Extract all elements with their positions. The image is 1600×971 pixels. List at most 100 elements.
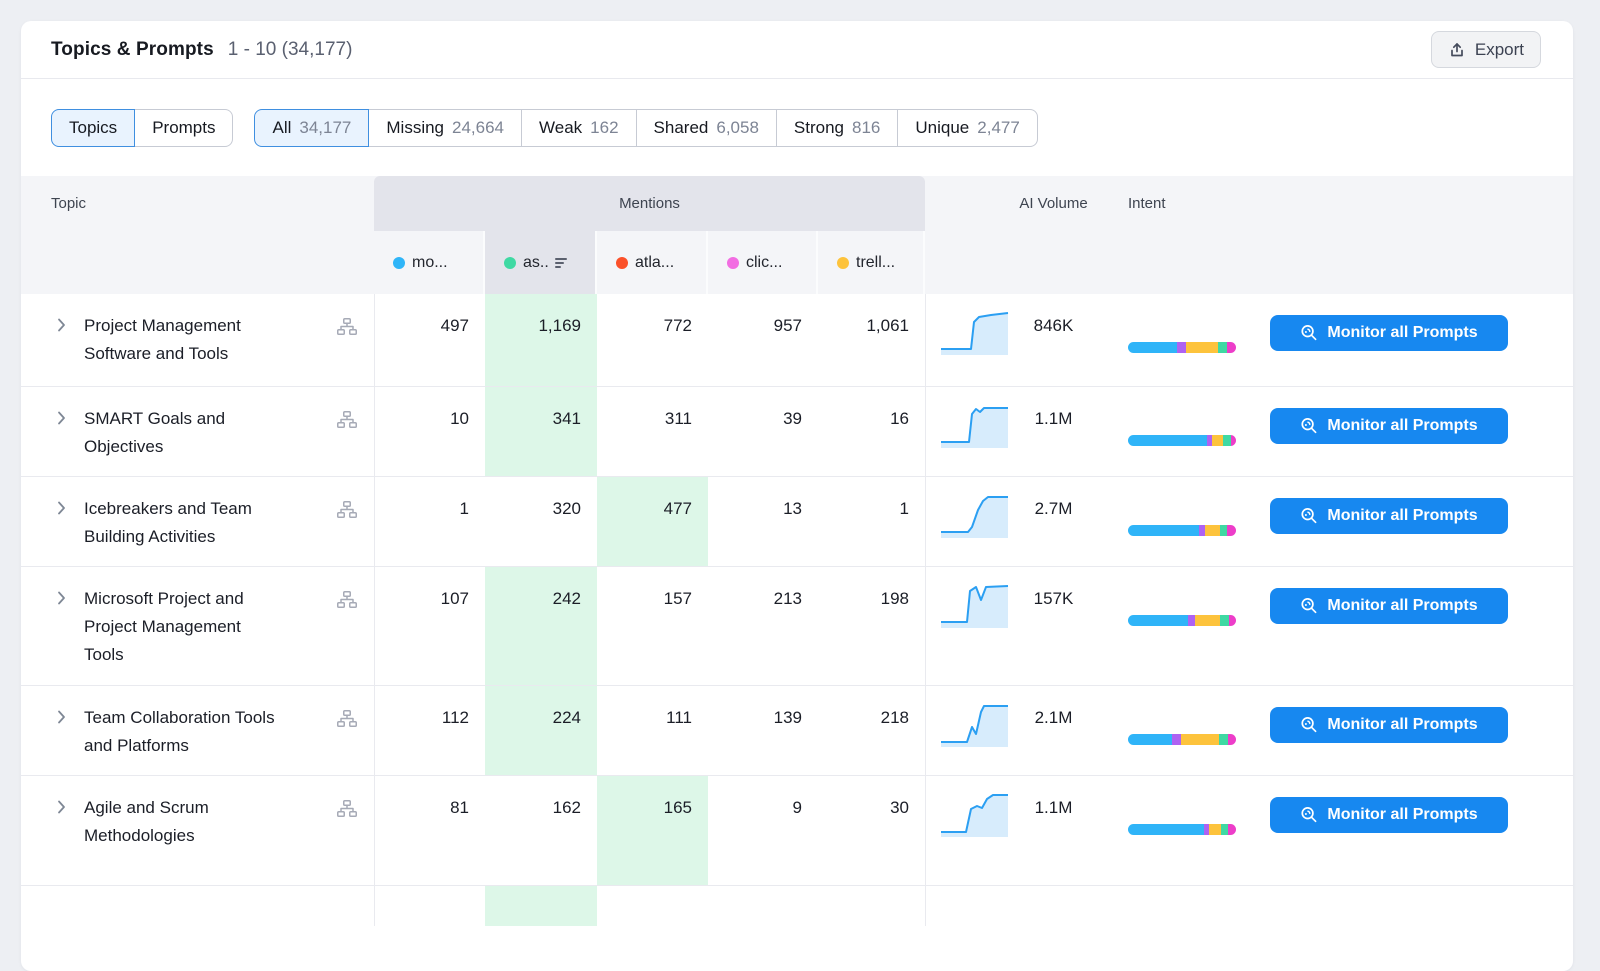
intent-bar — [1128, 824, 1236, 835]
filter-tab-missing[interactable]: Missing24,664 — [369, 109, 522, 147]
tab-label: Weak — [539, 118, 582, 138]
intent-segment — [1172, 734, 1181, 745]
column-divider — [925, 387, 926, 476]
filter-tab-strong[interactable]: Strong816 — [777, 109, 898, 147]
intent-segment — [1220, 615, 1230, 626]
topic-name[interactable]: Project Management Software and Tools — [84, 312, 279, 368]
topic-name[interactable]: Microsoft Project and Project Management… — [84, 585, 279, 669]
intent-segment — [1205, 525, 1220, 536]
column-divider — [925, 686, 926, 775]
table-row-project-management-software-and-tools: Project Management Software and Tools 49… — [21, 294, 1573, 387]
mention-value-cell: 477 — [597, 477, 708, 566]
tab-count: 6,058 — [716, 118, 759, 138]
table-row-agile-and-scrum-methodologies: Agile and Scrum Methodologies 8116216593… — [21, 776, 1573, 886]
monitor-all-prompts-label: Monitor all Prompts — [1327, 324, 1477, 342]
intent-segment — [1177, 342, 1187, 353]
page-title: Topics & Prompts — [51, 39, 214, 61]
mention-column-header-mo[interactable]: mo... — [374, 231, 485, 294]
column-divider — [925, 886, 926, 926]
mention-value-cell: 165 — [597, 776, 708, 885]
subtopics-tree-icon[interactable] — [337, 318, 357, 340]
ai-volume-sparkline — [941, 582, 1009, 628]
ai-volume-value: 2.7M — [1006, 494, 1101, 524]
ai-volume-sparkline — [941, 309, 1009, 355]
intent-bar — [1128, 435, 1236, 446]
mention-column-header-atla[interactable]: atla... — [597, 231, 708, 294]
export-button[interactable]: Export — [1431, 31, 1541, 68]
subtopics-tree-icon[interactable] — [337, 411, 357, 433]
intent-segment — [1128, 435, 1207, 446]
monitor-all-prompts-button[interactable]: Monitor all Prompts — [1270, 408, 1508, 444]
topic-name[interactable]: Icebreakers and Team Building Activities — [84, 495, 279, 551]
subtopics-tree-icon[interactable] — [337, 800, 357, 822]
filter-tab-all[interactable]: All34,177 — [254, 109, 369, 147]
mention-column-header-clic[interactable]: clic... — [708, 231, 818, 294]
mention-value-cell — [485, 886, 597, 926]
intent-segment — [1228, 824, 1236, 835]
brand-color-dot — [393, 257, 405, 269]
view-tab-topics[interactable]: Topics — [51, 109, 135, 147]
mention-column-header-as[interactable]: as.. — [485, 231, 597, 294]
column-header-topic: Topic — [51, 176, 86, 231]
subtopics-tree-icon[interactable] — [337, 501, 357, 523]
mention-value-cell: 139 — [708, 686, 818, 775]
filter-tab-weak[interactable]: Weak162 — [522, 109, 637, 147]
card-header: Topics & Prompts 1 - 10 (34,177) Export — [21, 21, 1573, 79]
topic-name[interactable]: Team Collaboration Tools and Platforms — [84, 704, 279, 760]
mention-value-cell: 311 — [597, 387, 708, 476]
intent-segment — [1128, 342, 1177, 353]
mention-value-cell: 30 — [818, 776, 925, 885]
monitor-all-prompts-button[interactable]: Monitor all Prompts — [1270, 498, 1508, 534]
monitor-all-prompts-label: Monitor all Prompts — [1327, 597, 1477, 615]
expand-chevron-icon[interactable] — [57, 318, 66, 337]
mention-value-cell: 772 — [597, 294, 708, 386]
intent-segment — [1218, 342, 1228, 353]
intent-segment — [1220, 525, 1228, 536]
expand-chevron-icon[interactable] — [57, 800, 66, 819]
subtopics-tree-icon[interactable] — [337, 591, 357, 613]
ai-volume-value: 1.1M — [1006, 404, 1101, 434]
mention-value-cell: 213 — [708, 567, 818, 685]
mention-value-cell: 16 — [818, 387, 925, 476]
subtopics-tree-icon[interactable] — [337, 710, 357, 732]
filter-row: TopicsPrompts All34,177Missing24,664Weak… — [21, 79, 1573, 176]
export-label: Export — [1475, 40, 1524, 60]
expand-chevron-icon[interactable] — [57, 591, 66, 610]
topic-name[interactable]: Agile and Scrum Methodologies — [84, 794, 279, 850]
intent-segment — [1223, 435, 1231, 446]
monitor-all-prompts-label: Monitor all Prompts — [1327, 507, 1477, 525]
monitor-magnifier-icon — [1300, 417, 1318, 435]
filter-tab-shared[interactable]: Shared 6,058 — [637, 109, 777, 147]
view-toggle: Topics Prompts — [51, 109, 233, 147]
mention-column-header-trell[interactable]: trell... — [818, 231, 925, 294]
expand-chevron-icon[interactable] — [57, 501, 66, 520]
view-tab-prompts[interactable]: Prompts — [135, 109, 233, 147]
monitor-all-prompts-button[interactable]: Monitor all Prompts — [1270, 588, 1508, 624]
tab-label: Prompts — [152, 118, 215, 138]
expand-chevron-icon[interactable] — [57, 710, 66, 729]
table-row-partial — [21, 886, 1573, 926]
intent-segment — [1227, 525, 1236, 536]
topic-name[interactable]: SMART Goals and Objectives — [84, 405, 279, 461]
mention-value-cell: 957 — [708, 294, 818, 386]
ai-volume-value: 157K — [1006, 584, 1101, 614]
filter-tab-unique[interactable]: Unique2,477 — [898, 109, 1037, 147]
column-divider — [925, 776, 926, 885]
ai-volume-sparkline — [941, 791, 1009, 837]
intent-segment — [1212, 435, 1223, 446]
monitor-all-prompts-button[interactable]: Monitor all Prompts — [1270, 315, 1508, 351]
column-header-intent: Intent — [1128, 176, 1166, 231]
export-icon — [1448, 41, 1466, 59]
column-header-ai-volume: AI Volume — [1006, 176, 1101, 231]
monitor-all-prompts-button[interactable]: Monitor all Prompts — [1270, 797, 1508, 833]
mention-value-cell: 13 — [708, 477, 818, 566]
monitor-all-prompts-button[interactable]: Monitor all Prompts — [1270, 707, 1508, 743]
monitor-magnifier-icon — [1300, 806, 1318, 824]
results-range: 1 - 10 (34,177) — [228, 39, 353, 61]
expand-chevron-icon[interactable] — [57, 411, 66, 430]
status-filter: All34,177Missing24,664Weak162 Shared 6,058… — [254, 109, 1037, 147]
tab-label: Shared — [654, 118, 709, 138]
intent-segment — [1128, 525, 1199, 536]
mention-value-cell: 242 — [485, 567, 597, 685]
mention-column-label: mo... — [412, 254, 448, 272]
